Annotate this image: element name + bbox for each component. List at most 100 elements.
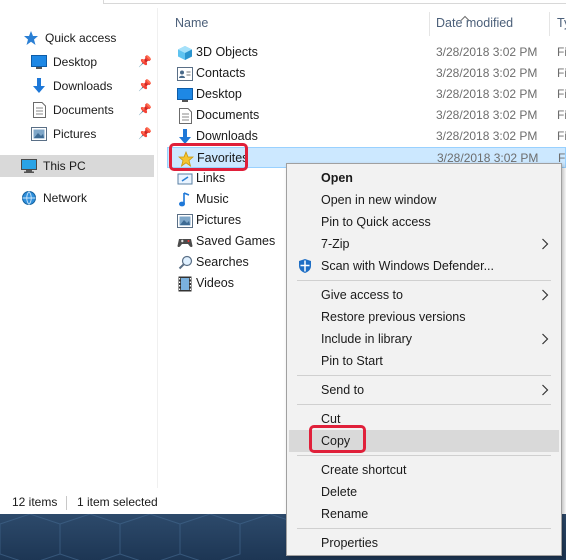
pin-icon[interactable]: 📌 (138, 55, 152, 69)
submenu-arrow-icon (542, 333, 549, 345)
menu-separator (297, 280, 551, 281)
file-type: Fi (557, 129, 566, 143)
file-name: Videos (196, 276, 234, 290)
menu-item-include-library[interactable]: Include in library (289, 328, 559, 350)
menu-label: 7-Zip (321, 237, 350, 251)
menu-label: Create shortcut (321, 463, 407, 477)
menu-item-open-new-window[interactable]: Open in new window (289, 189, 559, 211)
navigation-pane[interactable]: Quick access Desktop 📌 Downloads 📌 Docum… (0, 8, 157, 488)
menu-item-rename[interactable]: Rename (289, 503, 559, 525)
menu-item-copy[interactable]: Copy (289, 430, 559, 452)
list-item-desktop[interactable]: Desktop 3/28/2018 3:02 PM Fi (167, 84, 566, 105)
favorites-star-icon (177, 150, 195, 167)
menu-separator (297, 455, 551, 456)
nav-label: Desktop (53, 55, 98, 69)
file-name: Saved Games (196, 234, 276, 248)
menu-item-open[interactable]: Open (289, 167, 559, 189)
downloads-arrow-icon (30, 78, 48, 94)
file-name: Links (196, 171, 226, 185)
3d-objects-icon (176, 44, 194, 61)
nav-item-quick-access[interactable]: Quick access (0, 27, 154, 49)
nav-label: Quick access (45, 31, 117, 45)
network-icon (20, 190, 38, 206)
nav-item-desktop[interactable]: Desktop 📌 (0, 51, 154, 73)
menu-item-give-access[interactable]: Give access to (289, 284, 559, 306)
menu-item-create-shortcut[interactable]: Create shortcut (289, 459, 559, 481)
menu-label: Copy (321, 434, 351, 448)
pin-icon[interactable]: 📌 (138, 103, 152, 117)
status-item-count: 12 items (12, 495, 58, 509)
nav-item-downloads[interactable]: Downloads 📌 (0, 75, 154, 97)
file-name: 3D Objects (196, 45, 258, 59)
file-name: Documents (196, 108, 260, 122)
menu-item-restore-versions[interactable]: Restore previous versions (289, 306, 559, 328)
search-icon (176, 254, 194, 271)
file-type: Fi (557, 108, 566, 122)
menu-item-cut[interactable]: Cut (289, 408, 559, 430)
menu-item-pin-start[interactable]: Pin to Start (289, 350, 559, 372)
file-date: 3/28/2018 3:02 PM (436, 66, 538, 80)
nav-item-network[interactable]: Network (0, 187, 154, 209)
menu-item-pin-quick-access[interactable]: Pin to Quick access (289, 211, 559, 233)
document-icon (30, 102, 48, 118)
menu-item-send-to[interactable]: Send to (289, 379, 559, 401)
nav-item-documents[interactable]: Documents 📌 (0, 99, 154, 121)
nav-label: Downloads (53, 79, 113, 93)
menu-item-delete[interactable]: Delete (289, 481, 559, 503)
menu-label: Cut (321, 412, 341, 426)
menu-label: Pin to Quick access (321, 215, 431, 229)
menu-label: Delete (321, 485, 358, 499)
context-menu[interactable]: Open Open in new window Pin to Quick acc… (286, 163, 562, 556)
menu-label: Send to (321, 383, 365, 397)
file-date: 3/28/2018 3:02 PM (436, 129, 538, 143)
nav-label: Pictures (53, 127, 97, 141)
list-item-documents[interactable]: Documents 3/28/2018 3:02 PM Fi (167, 105, 566, 126)
menu-label: Restore previous versions (321, 310, 466, 324)
windows-defender-shield-icon (299, 259, 311, 273)
column-header-row: Name Date modified Ty (167, 10, 566, 36)
column-header-date-modified[interactable]: Date modified (436, 10, 513, 36)
links-icon (176, 170, 194, 187)
file-date: 3/28/2018 3:02 PM (436, 108, 538, 122)
file-name: Desktop (196, 87, 242, 101)
menu-item-properties[interactable]: Properties (289, 532, 559, 554)
file-type: Fi (557, 66, 566, 80)
nav-label: Documents (53, 103, 114, 117)
videos-icon (176, 275, 194, 292)
column-separator[interactable] (549, 12, 550, 36)
music-note-icon (176, 191, 194, 208)
column-header-type[interactable]: Ty (557, 10, 566, 36)
nav-item-pictures[interactable]: Pictures 📌 (0, 123, 154, 145)
saved-games-icon (176, 233, 194, 250)
file-date: 3/28/2018 3:02 PM (436, 45, 538, 59)
list-item-3d-objects[interactable]: 3D Objects 3/28/2018 3:02 PM Fi (167, 42, 566, 63)
status-selection: 1 item selected (77, 495, 158, 509)
menu-label: Pin to Start (321, 354, 383, 368)
menu-label: Open (321, 171, 353, 185)
column-separator[interactable] (429, 12, 430, 36)
contacts-icon (176, 65, 194, 82)
pictures-icon (176, 212, 194, 229)
column-header-name[interactable]: Name (175, 10, 208, 36)
menu-item-7zip[interactable]: 7-Zip (289, 233, 559, 255)
menu-label: Open in new window (321, 193, 437, 207)
pictures-icon (30, 126, 48, 142)
file-name: Contacts (196, 66, 246, 80)
pane-divider[interactable] (157, 8, 158, 488)
file-name: Searches (196, 255, 249, 269)
menu-item-scan-defender[interactable]: Scan with Windows Defender... (289, 255, 559, 277)
nav-label: Network (43, 191, 88, 205)
menu-separator (297, 404, 551, 405)
menu-label: Rename (321, 507, 369, 521)
list-item-downloads[interactable]: Downloads 3/28/2018 3:02 PM Fi (167, 126, 566, 147)
list-item-contacts[interactable]: Contacts 3/28/2018 3:02 PM Fi (167, 63, 566, 84)
nav-item-this-pc[interactable]: This PC (0, 155, 154, 177)
menu-label: Give access to (321, 288, 403, 302)
window-top-edge (103, 0, 566, 4)
file-name: Pictures (196, 213, 242, 227)
star-icon (22, 30, 40, 46)
nav-label: This PC (43, 159, 86, 173)
pin-icon[interactable]: 📌 (138, 127, 152, 141)
menu-separator (297, 528, 551, 529)
pin-icon[interactable]: 📌 (138, 79, 152, 93)
